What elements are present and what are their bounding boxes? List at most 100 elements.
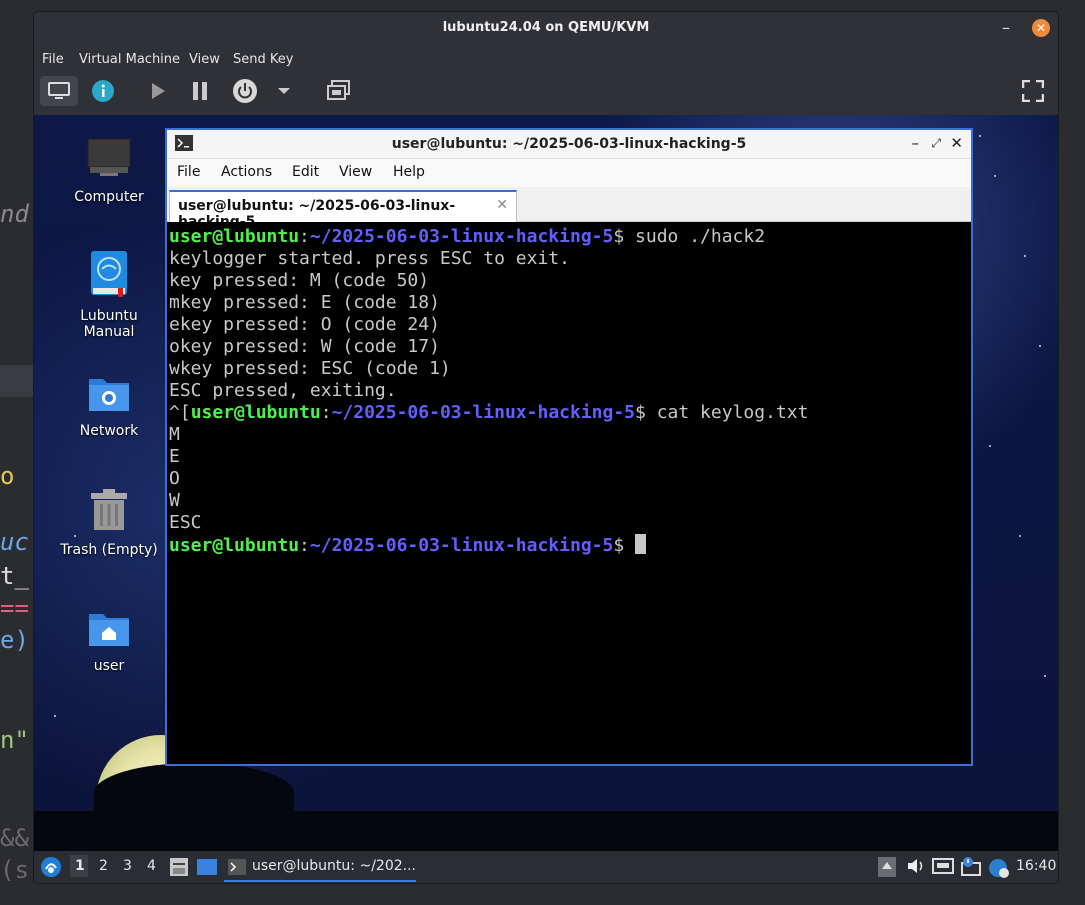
terminal-tabbar: user@lubuntu: ~/2025-06-03-linux-hacking… xyxy=(167,187,971,230)
prompt-separator: : xyxy=(299,535,310,556)
monitor-icon[interactable] xyxy=(40,76,78,106)
menu-virtual-machine[interactable]: Virtual Machine xyxy=(79,52,180,67)
output-text: keylogger started. press ESC to exit. xyxy=(169,248,570,269)
ground-silhouette xyxy=(34,811,1058,851)
taskbar-app-terminal[interactable]: user@lubuntu: ~/202... xyxy=(224,854,416,882)
output-text: O xyxy=(169,468,180,489)
computer-icon xyxy=(54,137,164,183)
play-icon[interactable] xyxy=(144,76,172,106)
bg-fragment: (s xyxy=(0,856,29,884)
menu-send-key[interactable]: Send Key xyxy=(233,52,293,67)
home-folder-icon xyxy=(54,608,164,652)
manual-book-icon xyxy=(54,250,164,302)
desktop-icon-network[interactable]: Network xyxy=(54,373,164,439)
desktop-icon-label: Lubuntu Manual xyxy=(80,308,138,340)
desktop-icon-trash[interactable]: Trash (Empty) xyxy=(54,488,164,558)
bg-fragment: uc xyxy=(0,528,29,556)
terminal-output[interactable]: user@lubuntu:~/2025-06-03-linux-hacking-… xyxy=(167,222,971,764)
menu-view[interactable]: View xyxy=(189,52,220,67)
terminal-line: key pressed: M (code 50) xyxy=(169,270,969,292)
minimize-icon[interactable]: – xyxy=(912,134,920,152)
output-text: W xyxy=(169,490,180,511)
clock[interactable]: 16:40 xyxy=(1016,858,1056,874)
terminal-line: wkey pressed: ESC (code 1) xyxy=(169,358,969,380)
terminal-line: ESC xyxy=(169,512,969,534)
menu-file[interactable]: File xyxy=(42,52,64,67)
taskbar: 1 2 3 4 user@lubuntu: ~/202... 16:40 xyxy=(34,851,1058,883)
menu-help[interactable]: Help xyxy=(393,164,425,180)
line-prefix: ^[ xyxy=(169,402,191,423)
desktop-icon-label: Computer xyxy=(74,189,144,205)
terminal-menubar: File Actions Edit View Help xyxy=(167,159,971,187)
menu-view[interactable]: View xyxy=(339,164,372,180)
output-text: key pressed: M (code 50) xyxy=(169,270,430,291)
volume-icon[interactable] xyxy=(906,857,926,879)
dropdown-icon[interactable] xyxy=(274,76,294,106)
terminal-tab[interactable]: user@lubuntu: ~/2025-06-03-linux-hacking… xyxy=(169,190,517,230)
output-text: ESC xyxy=(169,512,202,533)
fullscreen-icon[interactable] xyxy=(1018,76,1048,106)
terminal-title: user@lubuntu: ~/2025-06-03-linux-hacking… xyxy=(391,136,747,152)
guest-desktop[interactable]: Computer Lubuntu Manual Network Trash (E… xyxy=(34,115,1058,883)
bg-fragment: && xyxy=(0,824,29,852)
prompt-path: ~/2025-06-03-linux-hacking-5 xyxy=(309,226,614,247)
terminal-line: okey pressed: W (code 17) xyxy=(169,336,969,358)
workspace-3[interactable]: 3 xyxy=(123,858,132,874)
terminal-line: ^[user@lubuntu:~/2025-06-03-linux-hackin… xyxy=(169,402,969,424)
output-text: ESC pressed, exiting. xyxy=(169,380,397,401)
bg-fragment: nd xyxy=(0,200,29,228)
workspace-4[interactable]: 4 xyxy=(147,858,156,874)
workspace-1[interactable]: 1 xyxy=(75,858,85,874)
info-icon[interactable] xyxy=(88,76,118,106)
bg-line-highlight xyxy=(0,365,34,397)
output-text: wkey pressed: ESC (code 1) xyxy=(169,358,451,379)
notification-icon[interactable] xyxy=(960,857,982,881)
output-text: E xyxy=(169,446,180,467)
desktop-icon-label: Trash (Empty) xyxy=(60,542,158,558)
prompt-user: user@lubuntu xyxy=(190,402,321,423)
output-text: M xyxy=(169,424,180,445)
menu-actions[interactable]: Actions xyxy=(221,164,272,180)
terminal-line: keylogger started. press ESC to exit. xyxy=(169,248,969,270)
bg-fragment: t_ xyxy=(0,562,29,590)
trash-icon xyxy=(54,488,164,536)
close-icon[interactable]: ✕ xyxy=(950,134,963,152)
taskbar-app-label: user@lubuntu: ~/202... xyxy=(252,858,416,874)
network-icon[interactable] xyxy=(932,857,954,879)
desktop-icon-lubuntu-manual[interactable]: Lubuntu Manual xyxy=(54,250,164,340)
vm-window: lubuntu24.04 on QEMU/KVM – ✕ File Virtua… xyxy=(34,12,1058,883)
terminal-line: mkey pressed: E (code 18) xyxy=(169,292,969,314)
files-icon[interactable] xyxy=(169,857,189,881)
minimize-icon[interactable]: – xyxy=(1002,18,1010,37)
prompt-symbol: $ xyxy=(613,226,636,247)
show-desktop-icon[interactable] xyxy=(196,857,218,881)
workspace-2[interactable]: 2 xyxy=(99,858,108,874)
output-text: ekey pressed: O (code 24) xyxy=(169,314,440,335)
terminal-line: user@lubuntu:~/2025-06-03-linux-hacking-… xyxy=(169,226,969,248)
menu-edit[interactable]: Edit xyxy=(292,164,319,180)
desktop-icon-computer[interactable]: Computer xyxy=(54,137,164,205)
pause-icon[interactable] xyxy=(186,76,214,106)
snapshot-icon[interactable] xyxy=(324,76,354,106)
terminal-titlebar[interactable]: user@lubuntu: ~/2025-06-03-linux-hacking… xyxy=(167,130,971,159)
prompt-separator: : xyxy=(299,226,310,247)
maximize-icon[interactable]: ⤢ xyxy=(931,136,941,151)
menu-file[interactable]: File xyxy=(177,164,200,180)
power-icon[interactable] xyxy=(230,76,260,106)
prompt-symbol: $ xyxy=(613,535,636,556)
tab-close-icon[interactable]: ✕ xyxy=(496,197,508,213)
update-notifier-icon[interactable] xyxy=(988,857,1010,883)
output-text: mkey pressed: E (code 18) xyxy=(169,292,440,313)
close-icon[interactable]: ✕ xyxy=(1032,19,1050,37)
lubuntu-menu-icon[interactable] xyxy=(40,856,62,882)
vm-menubar: File Virtual Machine View Send Key xyxy=(34,46,1058,72)
text-cursor xyxy=(635,534,647,554)
desktop-icon-label: user xyxy=(93,658,125,674)
vm-titlebar[interactable]: lubuntu24.04 on QEMU/KVM – ✕ xyxy=(34,12,1058,46)
prompt-path: ~/2025-06-03-linux-hacking-5 xyxy=(331,402,636,423)
prompt-user: user@lubuntu xyxy=(169,535,300,556)
bg-fragment: n" xyxy=(0,726,29,754)
terminal-line: W xyxy=(169,490,969,512)
desktop-icon-user[interactable]: user xyxy=(54,608,164,674)
tray-arrow-icon[interactable] xyxy=(878,857,896,881)
